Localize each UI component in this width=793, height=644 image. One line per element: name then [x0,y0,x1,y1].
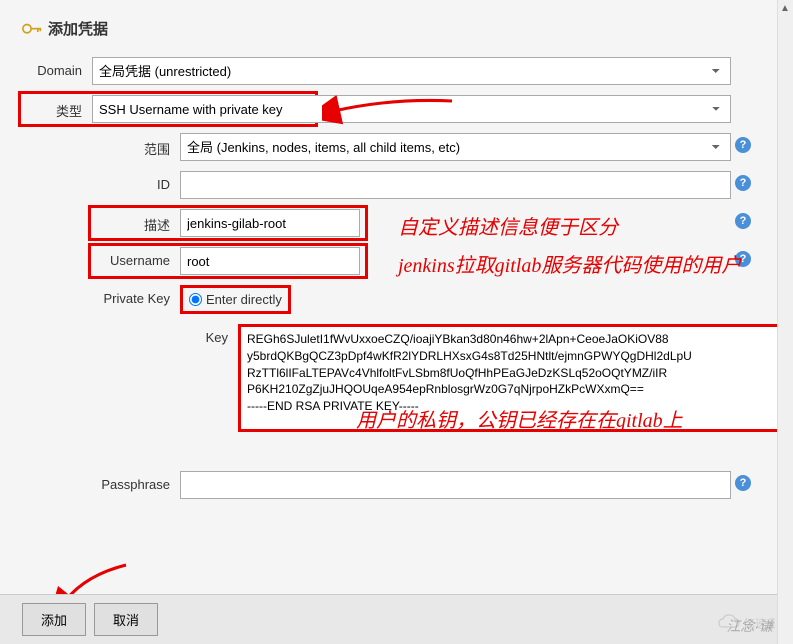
enter-directly-radio-wrap[interactable]: Enter directly [180,285,291,314]
scope-select[interactable]: 全局 (Jenkins, nodes, items, all child ite… [180,133,731,161]
cancel-button[interactable]: 取消 [94,603,158,636]
domain-label: Domain [22,57,92,78]
help-icon-pass[interactable]: ? [735,475,751,491]
id-input[interactable] [180,171,731,199]
key-icon [22,22,42,36]
page-title: 添加凭据 [22,18,755,39]
annotation-desc: 自定义描述信息便于区分 [398,211,618,240]
key-label: Key [150,324,238,345]
scrollbar[interactable]: ▲ [777,0,793,644]
privatekey-label: Private Key [92,285,180,306]
help-icon-id[interactable]: ? [735,175,751,191]
page-title-text: 添加凭据 [48,18,108,39]
description-input[interactable] [180,209,360,237]
enter-directly-radio[interactable] [189,293,202,306]
help-icon-scope[interactable]: ? [735,137,751,153]
scroll-up-icon[interactable]: ▲ [777,0,793,16]
bottom-bar: 添加 取消 [0,594,777,644]
add-button[interactable]: 添加 [22,603,86,636]
passphrase-input[interactable] [180,471,731,499]
svg-text:亿速云: 亿速云 [743,616,775,631]
type-label: 类型 [22,95,92,120]
annotation-key: 用户的私钥，公钥已经存在在gitlab上 [356,404,683,433]
help-icon-desc[interactable]: ? [735,213,751,229]
domain-select[interactable]: 全局凭据 (unrestricted) [92,57,731,85]
type-select[interactable]: SSH Username with private key [92,95,731,123]
username-label: Username [92,247,180,268]
enter-directly-label: Enter directly [206,292,282,307]
passphrase-label: Passphrase [92,471,180,492]
id-label: ID [92,171,180,192]
description-label: 描述 [92,209,180,234]
annotation-user: jenkins拉取gitlab服务器代码使用的用户 [398,249,741,278]
username-input[interactable] [180,247,360,275]
watermark-logo: 亿速云 [715,609,775,640]
scope-label: 范围 [92,133,180,158]
